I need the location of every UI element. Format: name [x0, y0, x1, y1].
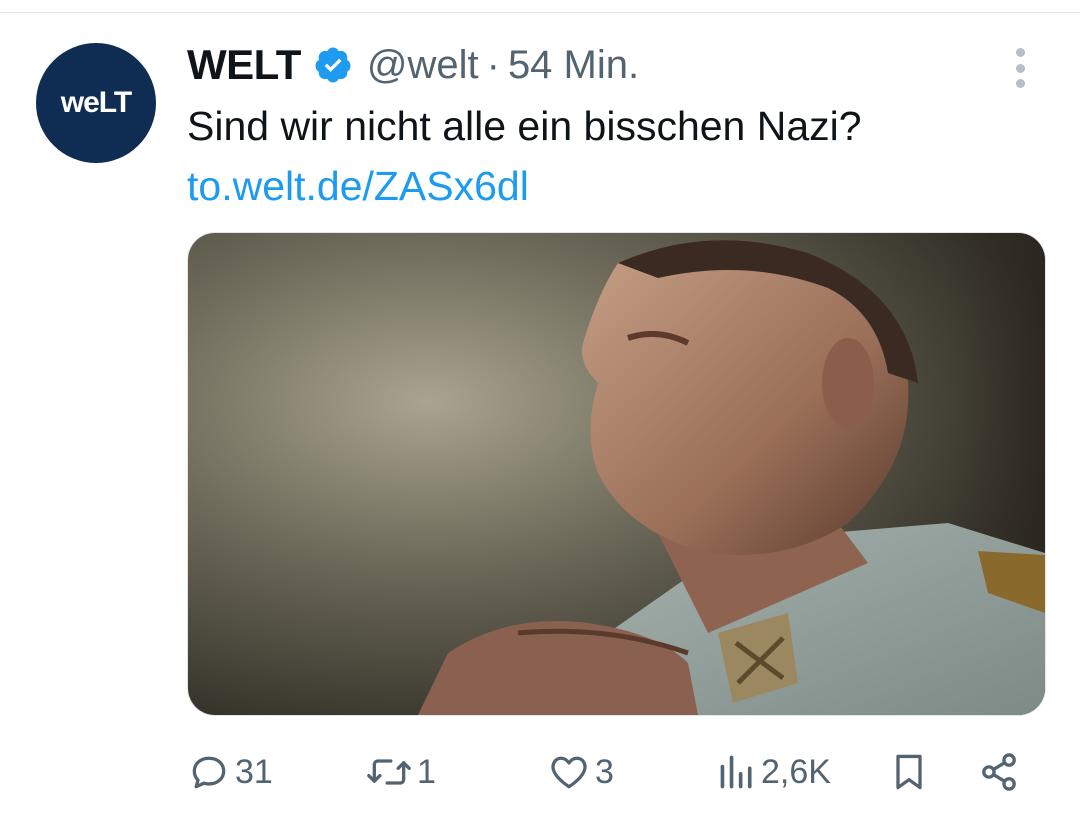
- more-vertical-icon[interactable]: [1010, 48, 1030, 88]
- author-name[interactable]: WELT: [187, 41, 301, 89]
- media-photo-illustration: [188, 233, 1045, 715]
- avatar-logo-text: weLT: [60, 86, 132, 119]
- more-dot: [1015, 79, 1025, 88]
- tweet-action-bar: 31 1 3 2,6K: [187, 742, 1037, 802]
- bookmark-icon: [887, 750, 931, 794]
- retweet-icon: [365, 750, 413, 794]
- tweet-link[interactable]: to.welt.de/ZASx6dl: [187, 163, 529, 210]
- timestamp[interactable]: 54 Min.: [508, 43, 639, 88]
- like-count: 3: [595, 752, 614, 791]
- tweet-text: Sind wir nicht alle ein bisschen Nazi?: [187, 103, 862, 149]
- author-handle[interactable]: @welt: [367, 43, 479, 88]
- like-button[interactable]: 3: [547, 742, 614, 802]
- more-dot: [1015, 48, 1025, 57]
- separator-dot: ·: [486, 42, 500, 87]
- share-icon: [977, 750, 1021, 794]
- retweet-button[interactable]: 1: [365, 742, 436, 802]
- views-button[interactable]: 2,6K: [717, 742, 831, 802]
- retweet-count: 1: [417, 752, 436, 791]
- tweet-media-image[interactable]: [187, 232, 1046, 716]
- heart-icon: [547, 750, 591, 794]
- views-count: 2,6K: [761, 752, 831, 791]
- views-bar-chart-icon: [717, 750, 757, 794]
- reply-button[interactable]: 31: [187, 742, 273, 802]
- reply-count: 31: [235, 752, 273, 791]
- top-divider: [0, 12, 1080, 13]
- avatar[interactable]: weLT: [36, 43, 156, 163]
- verified-badge-icon: [313, 45, 353, 85]
- more-dot: [1015, 63, 1025, 73]
- share-button[interactable]: [977, 742, 1021, 802]
- tweet-header: WELT @welt · 54 Min.: [187, 38, 639, 92]
- bookmark-button[interactable]: [887, 742, 931, 802]
- reply-bubble-icon: [187, 750, 231, 794]
